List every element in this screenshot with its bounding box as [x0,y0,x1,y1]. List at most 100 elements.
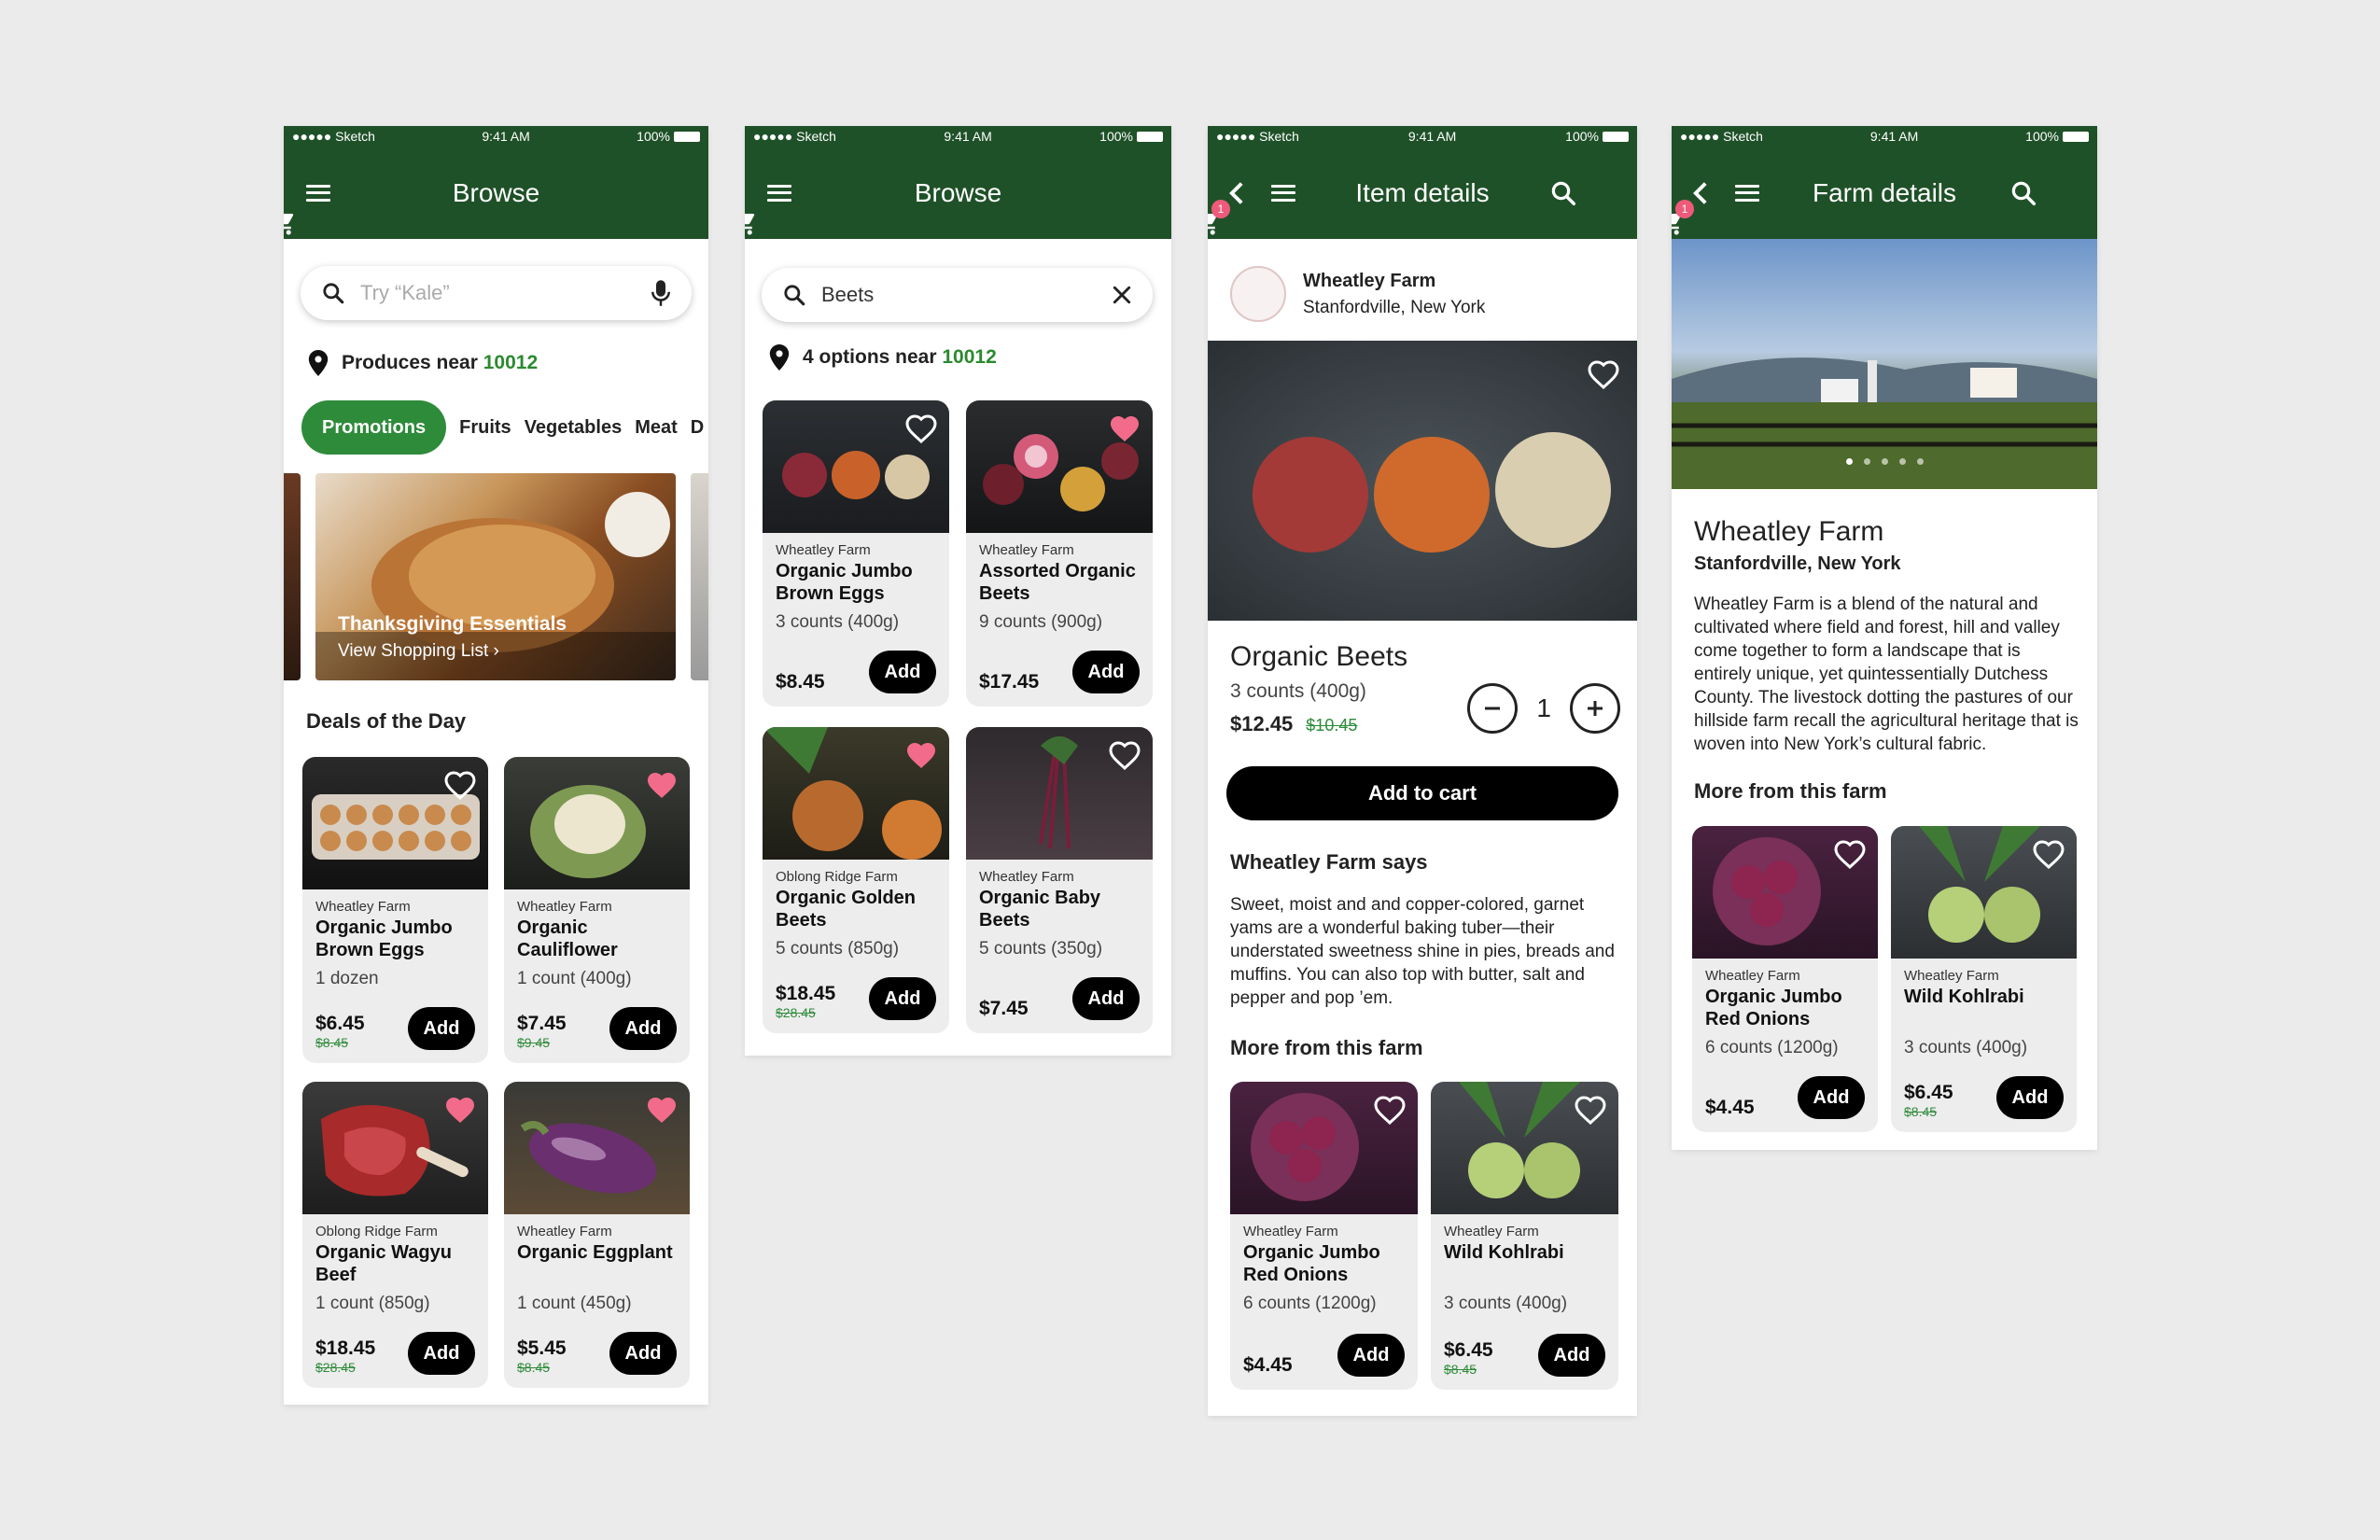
cart-count-badge: 1 [1211,200,1230,218]
cart-icon [284,214,294,235]
promo-banner[interactable]: Thanksgiving Essentials View Shopping Li… [315,473,676,680]
heart-outline-icon[interactable] [2032,837,2065,869]
old-price: $8.45 [315,1035,349,1050]
product-image-eggs [302,757,488,889]
product-card[interactable]: Wheatley Farm Organic Jumbo Brown Eggs 3… [763,400,949,707]
menu-button[interactable] [1267,177,1299,209]
add-button[interactable]: Add [408,1007,475,1050]
search-input[interactable] [821,283,1112,307]
clear-icon[interactable] [1112,285,1132,305]
add-button[interactable]: Add [609,1007,677,1050]
farm-name: Wheatley Farm [1694,516,1884,547]
product-price: $6.45 [1444,1339,1493,1361]
tab-meat[interactable]: Meat [635,417,678,439]
heart-filled-icon[interactable] [904,738,938,770]
product-card[interactable]: Wheatley Farm Organic Jumbo Red Onions 6… [1692,826,1878,1132]
product-image-red-onions [1230,1082,1418,1214]
heart-outline-icon[interactable] [1574,1093,1607,1125]
location-row[interactable]: 4 options near 10012 [769,344,997,371]
decrement-button[interactable] [1467,683,1519,734]
microphone-icon[interactable] [651,279,671,307]
add-button[interactable]: Add [1072,977,1140,1020]
product-card[interactable]: Wheatley Farm Organic Eggplant 1 count (… [504,1082,690,1388]
location-row[interactable]: Produces near 10012 [308,350,538,376]
menu-button[interactable] [763,177,795,209]
product-count: 1 count (450g) [517,1294,632,1313]
tab-vegetables[interactable]: Vegetables [525,417,623,439]
search-button[interactable] [1547,177,1579,209]
old-price: $28.45 [776,1005,816,1020]
item-price: $12.45 [1230,712,1294,735]
farm-logo [1230,266,1286,322]
cart-button[interactable] [745,207,760,239]
section-title: Deals of the Day [306,709,467,733]
heart-filled-icon[interactable] [1108,412,1141,443]
clock-text: 9:41 AM [1869,129,1919,144]
add-button[interactable]: Add [1996,1076,2064,1119]
banner-prev-peek[interactable] [284,473,301,680]
product-count: 1 count (850g) [315,1294,430,1313]
carousel-dots[interactable] [1672,458,2097,465]
tab-promotions[interactable]: Promotions [301,400,447,455]
item-old-price: $10.45 [1306,716,1358,735]
search-button[interactable] [2008,177,2039,209]
menu-button[interactable] [1731,177,1763,209]
banner-link[interactable]: View Shopping List › [338,641,567,662]
hamburger-icon [767,184,791,202]
zip-code[interactable]: 10012 [483,352,538,373]
product-count: 3 counts (400g) [776,612,900,632]
heart-outline-icon[interactable] [1108,738,1141,770]
product-card[interactable]: Wheatley Farm Wild Kohlrabi 3 counts (40… [1431,1082,1618,1390]
product-card[interactable]: Wheatley Farm Organic Cauliflower 1 coun… [504,757,690,1063]
heart-filled-icon[interactable] [645,768,679,800]
increment-button[interactable] [1570,683,1620,734]
app-header: ●●●●● Sketch 9:41 AM 100% Farm details 1 [1672,126,2097,239]
tab-more[interactable]: D [691,417,704,439]
cart-button[interactable] [284,207,299,239]
zip-code[interactable]: 10012 [942,346,996,368]
product-card[interactable]: Wheatley Farm Organic Jumbo Red Onions 6… [1230,1082,1418,1390]
add-button[interactable]: Add [1798,1076,1865,1119]
farm-hero-carousel[interactable] [1672,239,2097,489]
cart-button[interactable]: 1 [1672,200,1694,239]
heart-outline-icon[interactable] [1833,837,1867,869]
product-price: $18.45 [315,1337,376,1359]
product-image-eggplant [504,1082,690,1214]
add-button[interactable]: Add [869,977,936,1020]
product-price: $7.45 [517,1013,567,1034]
search-bar[interactable] [762,268,1153,322]
product-card[interactable]: Oblong Ridge Farm Organic Wagyu Beef 1 c… [302,1082,488,1388]
banner-next-peek[interactable] [691,473,708,680]
heart-outline-icon[interactable] [443,768,477,800]
add-button[interactable]: Add [1072,651,1140,693]
add-button[interactable]: Add [609,1332,677,1375]
product-card[interactable]: Wheatley Farm Organic Jumbo Brown Eggs 1… [302,757,488,1063]
heart-filled-icon[interactable] [443,1093,477,1125]
heart-filled-icon[interactable] [645,1093,679,1125]
farm-header-row[interactable]: Wheatley Farm Stanfordville, New York [1230,266,1485,322]
search-input[interactable] [360,281,651,305]
add-button[interactable]: Add [408,1332,475,1375]
product-card[interactable]: Wheatley Farm Assorted Organic Beets 9 c… [966,400,1153,707]
heart-outline-icon[interactable] [1373,1093,1407,1125]
farm-label: Wheatley Farm [979,542,1074,558]
product-card[interactable]: Wheatley Farm Organic Baby Beets 5 count… [966,727,1153,1033]
add-button[interactable]: Add [1538,1334,1605,1377]
tab-fruits[interactable]: Fruits [459,417,511,439]
menu-button[interactable] [302,177,334,209]
add-button[interactable]: Add [869,651,936,693]
heart-outline-icon[interactable] [904,412,938,443]
search-bar[interactable] [301,266,692,320]
location-pin-icon [308,350,329,376]
add-to-cart-button[interactable]: Add to cart [1226,766,1618,820]
cart-button[interactable]: 1 [1208,200,1230,239]
search-icon [1551,181,1575,205]
search-icon [2011,181,2036,205]
product-card[interactable]: Oblong Ridge Farm Organic Golden Beets 5… [763,727,949,1033]
add-button[interactable]: Add [1337,1334,1405,1377]
app-header: ●●●●● Sketch 9:41 AM 100% Browse [284,126,708,239]
carrier-text: ●●●●● Sketch [1216,129,1299,144]
product-card[interactable]: Wheatley Farm Wild Kohlrabi 3 counts (40… [1891,826,2077,1132]
heart-outline-icon[interactable] [1587,357,1620,389]
product-name: Organic Jumbo Brown Eggs [315,917,453,960]
